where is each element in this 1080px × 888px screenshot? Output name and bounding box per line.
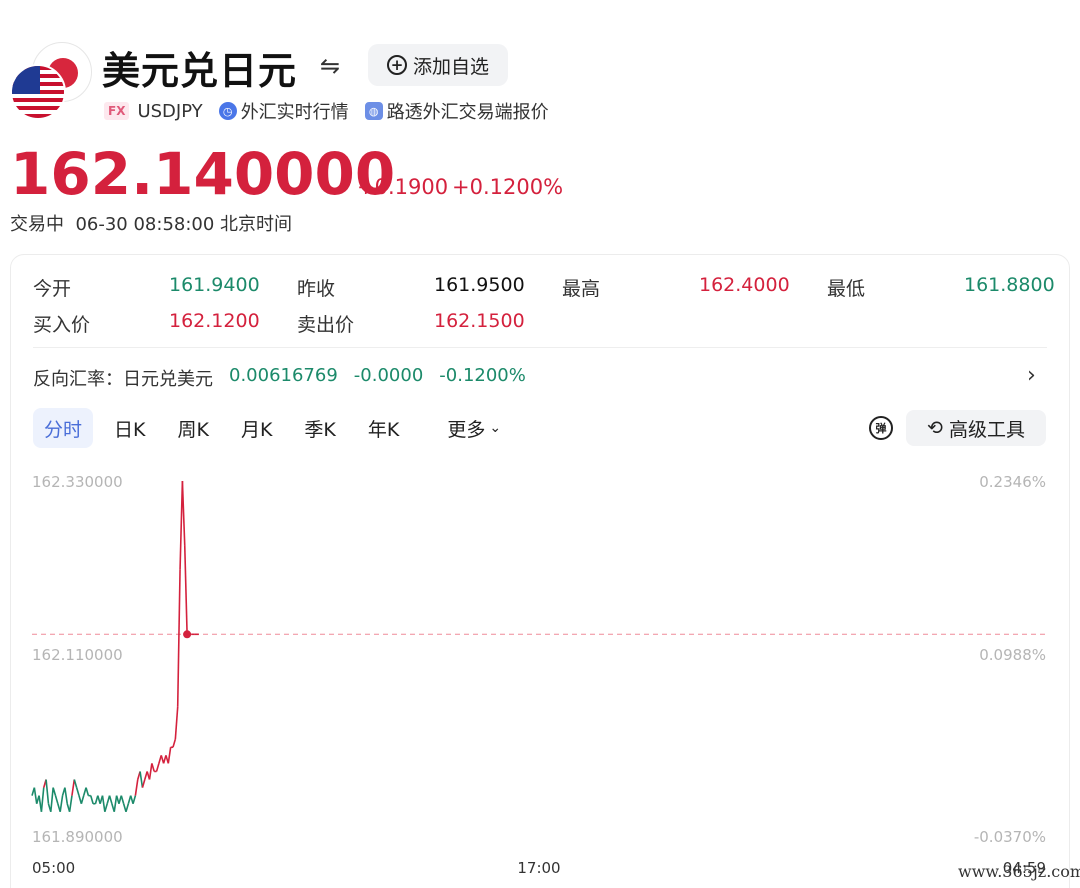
ask-value: 162.1500 [434, 310, 525, 332]
low-value: 161.8800 [964, 274, 1055, 296]
reverse-rate-label: 反向汇率：日元兑美元 [33, 369, 213, 390]
fx-badge: FX [104, 102, 130, 120]
open-value: 161.9400 [169, 274, 260, 296]
quote-card: 今开 161.9400 昨收 161.9500 最高 162.4000 最低 1… [10, 254, 1070, 888]
current-price: 162.140000 [10, 140, 396, 208]
tab-intraday[interactable]: 分时 [33, 408, 94, 448]
reverse-rate-change-pct: -0.1200% [439, 365, 526, 386]
reverse-rate-change: -0.0000 [353, 365, 424, 386]
prev-close-value: 161.9500 [434, 274, 525, 296]
watermark: www.365jz.com [958, 862, 1080, 881]
price-change-percent: +0.1200% [452, 175, 564, 199]
clock-icon: ◷ [218, 102, 237, 120]
high-value: 162.4000 [699, 274, 790, 296]
reverse-rate-value: 0.00616769 [229, 365, 338, 386]
currency-flags [8, 42, 92, 122]
globe-icon: ◍ [364, 102, 383, 120]
add-watchlist-button[interactable]: + 添加自选 [368, 44, 508, 86]
tab-monthly-k[interactable]: 月K [230, 408, 283, 448]
us-flag-icon [10, 64, 66, 120]
tab-weekly-k[interactable]: 周K [166, 408, 219, 448]
low-label: 最低 [827, 278, 866, 300]
trading-status: 交易中 06-30 08:58:00 北京时间 [10, 214, 293, 235]
page-title: 美元兑日元 [102, 49, 298, 93]
bullet-comment-icon[interactable]: 弹 [869, 416, 893, 440]
tab-yearly-k[interactable]: 年K [357, 408, 410, 448]
tab-daily-k[interactable]: 日K [103, 408, 156, 448]
plus-icon: + [386, 55, 407, 75]
prev-close-label: 昨收 [297, 278, 336, 300]
bid-label: 买入价 [33, 314, 91, 336]
chevron-right-icon[interactable]: › [1027, 363, 1036, 388]
period-tabs: 分时 日K 周K 月K 季K 年K 更多 ⌄ [33, 408, 522, 448]
ask-label: 卖出价 [297, 314, 355, 336]
tab-more[interactable]: 更多 ⌄ [436, 408, 512, 448]
reverse-rate-row[interactable]: 反向汇率：日元兑美元 0.00616769 -0.0000 -0.1200% [33, 365, 526, 391]
swap-icon[interactable]: ⇋ [320, 52, 340, 80]
high-label: 最高 [562, 278, 601, 300]
bid-value: 162.1200 [169, 310, 260, 332]
tools-icon: ⟲ [927, 417, 943, 439]
advanced-tools-button[interactable]: ⟲ 高级工具 [906, 410, 1046, 446]
tab-quarterly-k[interactable]: 季K [293, 408, 346, 448]
reuters-link[interactable]: ◍ 路透外汇交易端报价 [364, 98, 549, 124]
chevron-down-icon: ⌄ [489, 420, 502, 436]
realtime-link[interactable]: ◷ 外汇实时行情 [218, 98, 349, 124]
add-watchlist-label: 添加自选 [412, 55, 489, 78]
divider [33, 347, 1047, 348]
symbol-info: FX USDJPY ◷ 外汇实时行情 ◍ 路透外汇交易端报价 [104, 98, 565, 124]
symbol-code: USDJPY [137, 100, 203, 122]
open-label: 今开 [33, 278, 72, 300]
price-change: +0.1900 [357, 175, 449, 199]
